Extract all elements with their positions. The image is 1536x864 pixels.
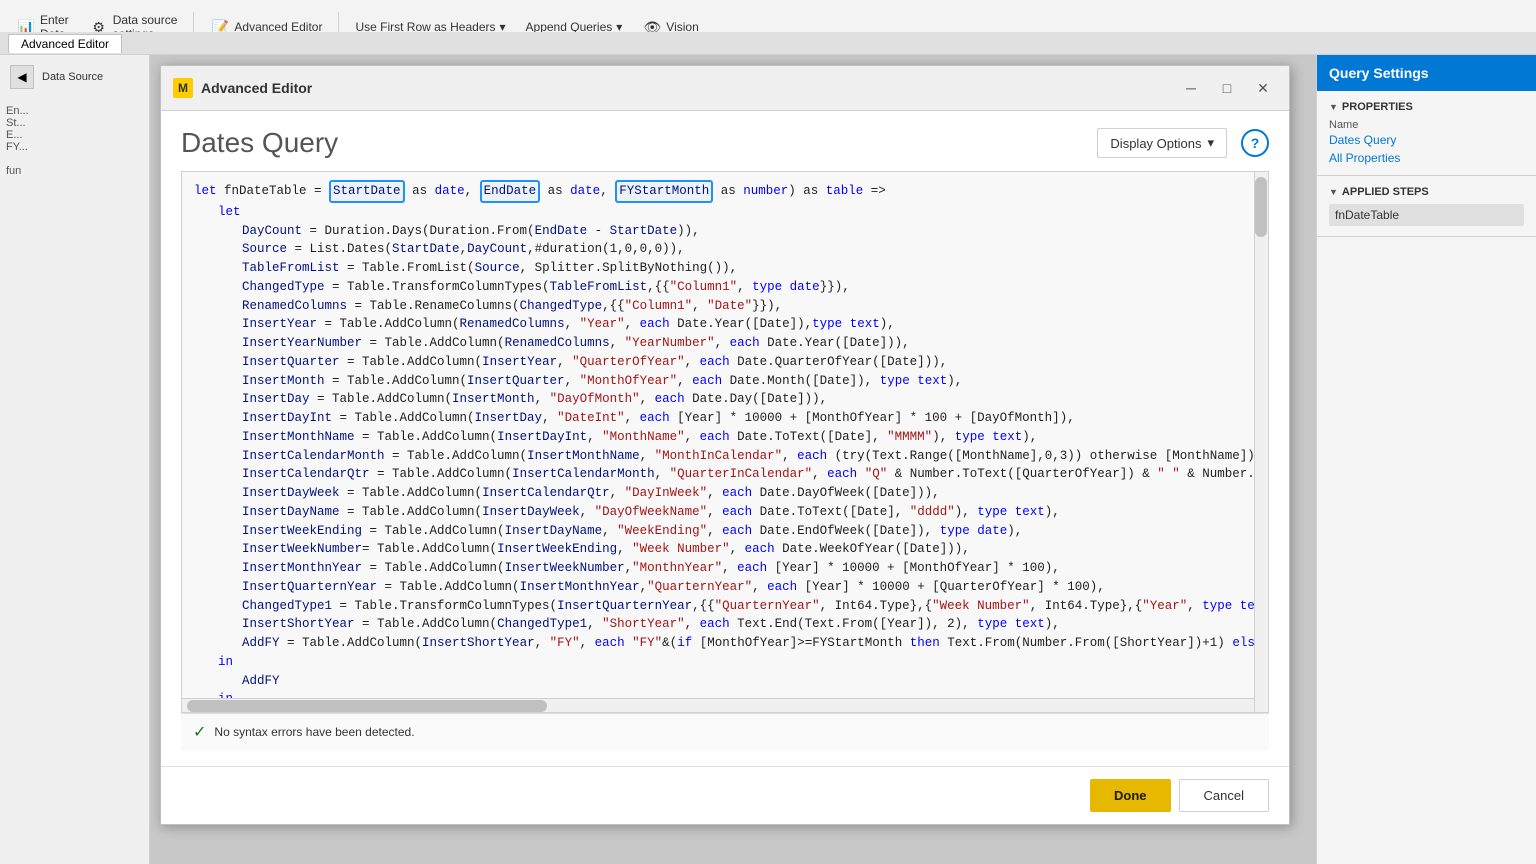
code-line-14: InsertMonthName = Table.AddColumn(Insert…: [194, 428, 1256, 447]
code-line-18: InsertDayName = Table.AddColumn(InsertDa…: [194, 503, 1256, 522]
main-toolbar: 📊 EnterData ⚙ Data sourcesettings 📝 Adva…: [0, 0, 1536, 55]
applied-steps-section: APPLIED STEPS fnDateTable: [1317, 176, 1536, 237]
code-line-10: InsertQuarter = Table.AddColumn(InsertYe…: [194, 353, 1256, 372]
header-actions: Display Options ▾ ?: [1097, 128, 1269, 158]
code-line-27: AddFY: [194, 672, 1256, 691]
code-line-16: InsertCalendarQtr = Table.AddColumn(Inse…: [194, 465, 1256, 484]
status-text: No syntax errors have been detected.: [214, 725, 414, 739]
modal-header-row: Dates Query Display Options ▾ ?: [181, 127, 1269, 159]
param-fy-start-month-highlight: FYStartMonth: [615, 180, 713, 203]
sidebar-content: En... St... E... FY... fun: [0, 99, 149, 183]
minimize-button[interactable]: ─: [1177, 74, 1205, 102]
code-line-7: RenamedColumns = Table.RenameColumns(Cha…: [194, 297, 1256, 316]
dropdown-arrow-icon: ▾: [1207, 135, 1214, 151]
modal-footer: Done Cancel: [161, 766, 1289, 824]
close-button[interactable]: ✕: [1249, 74, 1277, 102]
tab-strip: Advanced Editor: [0, 32, 1536, 54]
help-button[interactable]: ?: [1241, 129, 1269, 157]
status-bar: ✓ No syntax errors have been detected.: [181, 713, 1269, 750]
advanced-editor-modal: M Advanced Editor ─ □ ✕ Dates Query Disp…: [160, 65, 1290, 825]
modal-icon: M: [173, 78, 193, 98]
vertical-scrollbar[interactable]: [1254, 172, 1268, 712]
right-panel: Query Settings PROPERTIES Name Dates Que…: [1316, 55, 1536, 864]
modal-controls: ─ □ ✕: [1177, 74, 1277, 102]
code-line-6: ChangedType = Table.TransformColumnTypes…: [194, 278, 1256, 297]
properties-section-title: PROPERTIES: [1329, 101, 1524, 113]
maximize-button[interactable]: □: [1213, 74, 1241, 102]
scrollbar-thumb[interactable]: [1255, 177, 1267, 237]
left-sidebar: ◀ Data Source En... St... E... FY... fun: [0, 55, 150, 864]
horizontal-scrollbar[interactable]: [182, 698, 1254, 712]
modal-overlay: M Advanced Editor ─ □ ✕ Dates Query Disp…: [150, 55, 1316, 864]
code-editor[interactable]: let fnDateTable = StartDate as date, End…: [181, 171, 1269, 713]
code-line-20: InsertWeekNumber= Table.AddColumn(Insert…: [194, 540, 1256, 559]
code-line-3: DayCount = Duration.Days(Duration.From(E…: [194, 222, 1256, 241]
step-fn-date-table[interactable]: fnDateTable: [1329, 204, 1524, 226]
sidebar-collapse-btn[interactable]: ◀: [10, 65, 34, 89]
all-properties-link[interactable]: All Properties: [1329, 151, 1524, 165]
code-line-8: InsertYear = Table.AddColumn(RenamedColu…: [194, 315, 1256, 334]
code-editor-inner[interactable]: let fnDateTable = StartDate as date, End…: [182, 172, 1268, 712]
status-check-icon: ✓: [193, 722, 206, 742]
code-line-13: InsertDayInt = Table.AddColumn(InsertDay…: [194, 409, 1256, 428]
done-button[interactable]: Done: [1090, 779, 1171, 812]
param-end-date-highlight: EndDate: [480, 180, 541, 203]
modal-content: Dates Query Display Options ▾ ? let fnDa…: [161, 111, 1289, 766]
code-line-5: TableFromList = Table.FromList(Source, S…: [194, 259, 1256, 278]
code-line-24: InsertShortYear = Table.AddColumn(Change…: [194, 615, 1256, 634]
name-value[interactable]: Dates Query: [1329, 133, 1524, 147]
modal-title-left: M Advanced Editor: [173, 78, 312, 98]
sidebar-label: Data Source: [42, 71, 103, 83]
code-line-25: AddFY = Table.AddColumn(InsertShortYear,…: [194, 634, 1256, 653]
horizontal-scrollbar-thumb[interactable]: [187, 700, 547, 712]
code-line-11: InsertMonth = Table.AddColumn(InsertQuar…: [194, 372, 1256, 391]
code-line-1: let fnDateTable = StartDate as date, End…: [194, 180, 1256, 203]
code-line-15: InsertCalendarMonth = Table.AddColumn(In…: [194, 447, 1256, 466]
applied-steps-title: APPLIED STEPS: [1329, 186, 1524, 198]
code-line-12: InsertDay = Table.AddColumn(InsertMonth,…: [194, 390, 1256, 409]
cancel-button[interactable]: Cancel: [1179, 779, 1269, 812]
code-line-9: InsertYearNumber = Table.AddColumn(Renam…: [194, 334, 1256, 353]
modal-titlebar: M Advanced Editor ─ □ ✕: [161, 66, 1289, 111]
code-line-23: ChangedType1 = Table.TransformColumnType…: [194, 597, 1256, 616]
name-label: Name: [1329, 119, 1524, 131]
query-title: Dates Query: [181, 127, 338, 159]
tab-advanced-editor[interactable]: Advanced Editor: [8, 34, 122, 53]
code-line-26: in: [194, 653, 1256, 672]
code-line-17: InsertDayWeek = Table.AddColumn(InsertCa…: [194, 484, 1256, 503]
code-line-22: InsertQuarternYear = Table.AddColumn(Ins…: [194, 578, 1256, 597]
modal-title: Advanced Editor: [201, 80, 312, 96]
display-options-button[interactable]: Display Options ▾: [1097, 128, 1227, 158]
properties-section: PROPERTIES Name Dates Query All Properti…: [1317, 91, 1536, 176]
code-line-4: Source = List.Dates(StartDate,DayCount,#…: [194, 240, 1256, 259]
code-line-21: InsertMonthnYear = Table.AddColumn(Inser…: [194, 559, 1256, 578]
right-panel-header: Query Settings: [1317, 55, 1536, 91]
code-line-2: let: [194, 203, 1256, 222]
param-start-date-highlight: StartDate: [329, 180, 405, 203]
code-line-19: InsertWeekEnding = Table.AddColumn(Inser…: [194, 522, 1256, 541]
